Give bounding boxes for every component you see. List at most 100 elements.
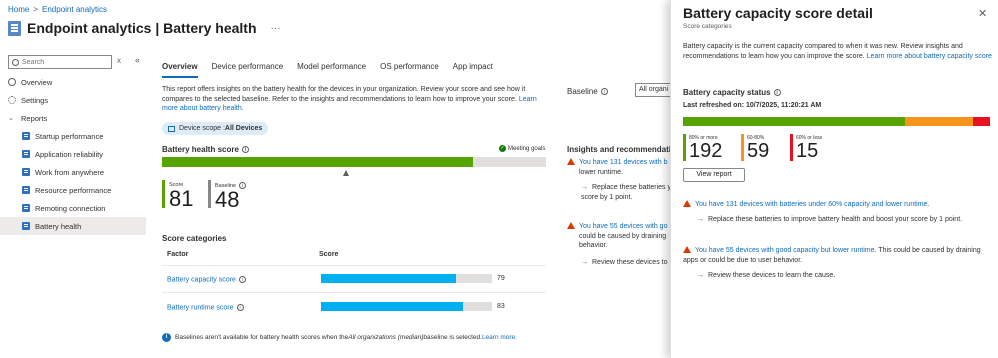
tier-value: 15 <box>796 140 819 162</box>
capacity-bar-segment <box>972 117 990 126</box>
report-icon <box>22 168 30 176</box>
close-icon[interactable]: ✕ <box>978 7 987 20</box>
capacity-bar-segment <box>683 117 905 126</box>
search-input[interactable] <box>22 58 102 66</box>
clear-search-button[interactable]: x <box>117 56 121 65</box>
sidebar-item-startup-performance[interactable]: Startup performance <box>0 127 146 145</box>
sidebar-item-label: Work from anywhere <box>35 167 105 177</box>
report-icon <box>8 20 21 36</box>
info-icon[interactable]: i <box>238 276 246 283</box>
tab-app-impact[interactable]: App impact <box>453 62 493 78</box>
tier-value: 59 <box>747 140 770 162</box>
capacity-status-text: Battery capacity status <box>683 88 771 97</box>
more-options-button[interactable]: ··· <box>271 23 281 34</box>
panel-insight-link[interactable]: You have 131 devices with batteries unde… <box>695 201 929 208</box>
info-icon[interactable]: i <box>773 89 781 97</box>
factor-column-header: Factor <box>167 251 189 258</box>
insight-item: You have 131 devices with b lower runtime… <box>567 158 687 177</box>
device-scope-pill[interactable]: Device scope : All Devices <box>162 122 269 135</box>
info-icon[interactable]: i <box>236 304 244 311</box>
warning-icon <box>567 222 575 229</box>
sidebar-item-resource-performance[interactable]: Resource performance <box>0 181 146 199</box>
insight-sub-text: Review these devices to <box>592 259 668 266</box>
tab-model-performance[interactable]: Model performance <box>297 62 366 78</box>
insight-sub-text: Replace these batteries your score by 1 … <box>581 184 682 201</box>
sidebar-item-application-reliability[interactable]: Application reliability <box>0 145 146 163</box>
row-divider <box>162 292 546 293</box>
score-column-header: Score <box>319 251 339 258</box>
panel-insight-recommendation: → Replace these batteries to improve batt… <box>697 215 987 225</box>
info-icon[interactable]: i <box>241 146 249 154</box>
baseline-label-text: Baseline <box>567 87 598 96</box>
sidebar-item-label: Remoting connection <box>35 203 106 213</box>
score-block: Score 81 <box>162 180 193 210</box>
arrow-right-icon: → <box>581 259 588 266</box>
warning-icon <box>683 200 691 207</box>
tab-device-performance[interactable]: Device performance <box>212 62 284 78</box>
intro-text: This report offers insights on the batte… <box>162 85 550 114</box>
baseline-dropdown[interactable]: All organi <box>635 83 675 97</box>
scope-label: Device scope : <box>179 125 225 132</box>
tier-stripe <box>683 134 686 161</box>
panel-insight-sub: Review these devices to learn the cause. <box>708 272 836 279</box>
learn-more-link[interactable]: Learn more. <box>482 334 517 341</box>
baseline-stripe <box>208 180 211 208</box>
arrow-right-icon: → <box>581 184 588 191</box>
info-icon[interactable]: i <box>239 182 247 189</box>
panel-insight-sub: Replace these batteries to improve batte… <box>708 216 963 223</box>
note-pre: Baselines aren't available for battery h… <box>175 334 349 341</box>
device-icon <box>168 125 175 132</box>
sidebar-item-battery-health[interactable]: Battery health <box>0 217 146 235</box>
tab-overview[interactable]: Overview <box>162 62 198 78</box>
gear-icon <box>8 96 16 104</box>
note-italic: All organizations (median) <box>348 334 424 341</box>
category-value: 83 <box>497 303 505 310</box>
last-refreshed: Last refreshed on: 10/7/2025, 11:20:21 A… <box>683 102 822 109</box>
tier-stripe <box>741 134 744 161</box>
sidebar-item-settings[interactable]: Settings <box>0 91 146 109</box>
learn-more-capacity-link[interactable]: Learn more about battery capacity score <box>867 53 992 60</box>
tier-stripe <box>790 134 793 161</box>
sidebar-item-label: Settings <box>21 95 49 105</box>
breadcrumb: Home > Endpoint analytics <box>8 5 107 14</box>
scope-value: All Devices <box>224 125 263 132</box>
sidebar-item-label: Reports <box>21 113 48 123</box>
title-row: Endpoint analytics | Battery health ··· <box>8 20 281 36</box>
tab-os-performance[interactable]: OS performance <box>380 62 439 78</box>
insight-link[interactable]: You have 131 devices with b <box>579 159 667 166</box>
category-value: 79 <box>497 275 505 282</box>
breadcrumb-endpoint-analytics[interactable]: Endpoint analytics <box>42 5 107 14</box>
battery-health-bar <box>162 157 546 167</box>
insights-title: Insights and recommendation <box>567 145 681 154</box>
search-box[interactable] <box>8 55 112 69</box>
search-icon <box>12 58 19 66</box>
page-title: Endpoint analytics | Battery health <box>27 20 257 36</box>
battery-capacity-score-link[interactable]: Battery capacity score <box>167 276 236 283</box>
sidebar-item-label: Battery health <box>35 221 82 231</box>
sidebar-item-reports[interactable]: ⌄ Reports <box>0 109 146 127</box>
breadcrumb-home[interactable]: Home <box>8 5 29 14</box>
sidebar-item-work-from-anywhere[interactable]: Work from anywhere <box>0 163 146 181</box>
category-row-battery-capacity: Battery capacity score i <box>167 276 246 283</box>
info-icon[interactable]: i <box>600 88 608 96</box>
tier-80-or-more: 80% or more 192 <box>683 134 722 161</box>
sidebar-item-remoting-connection[interactable]: Remoting connection <box>0 199 146 217</box>
view-report-button[interactable]: View report <box>683 168 745 182</box>
arrow-right-icon: → <box>697 272 704 279</box>
panel-description: Battery capacity is the current capacity… <box>683 42 993 61</box>
collapse-sidebar-button[interactable]: « <box>135 55 140 65</box>
battery-health-bar-fill <box>162 157 474 167</box>
baseline-note: i Baselines aren't available for battery … <box>162 333 517 342</box>
baseline-block: Baseline i 48 <box>208 180 247 211</box>
score-categories-title: Score categories <box>162 234 227 243</box>
warning-icon <box>683 246 691 253</box>
panel-insight-recommendation: → Review these devices to learn the cause… <box>697 271 987 281</box>
panel-insight-item: You have 55 devices with good capacity b… <box>683 246 988 265</box>
report-icon <box>22 132 30 140</box>
insight-link[interactable]: You have 55 devices with go <box>579 223 667 230</box>
battery-runtime-score-link[interactable]: Battery runtime score <box>167 304 234 311</box>
capacity-bar-segment <box>904 117 973 126</box>
tier-value: 192 <box>689 140 723 162</box>
sidebar-item-overview[interactable]: Overview <box>0 73 146 91</box>
panel-insight-link[interactable]: You have 55 devices with good capacity b… <box>695 247 876 254</box>
